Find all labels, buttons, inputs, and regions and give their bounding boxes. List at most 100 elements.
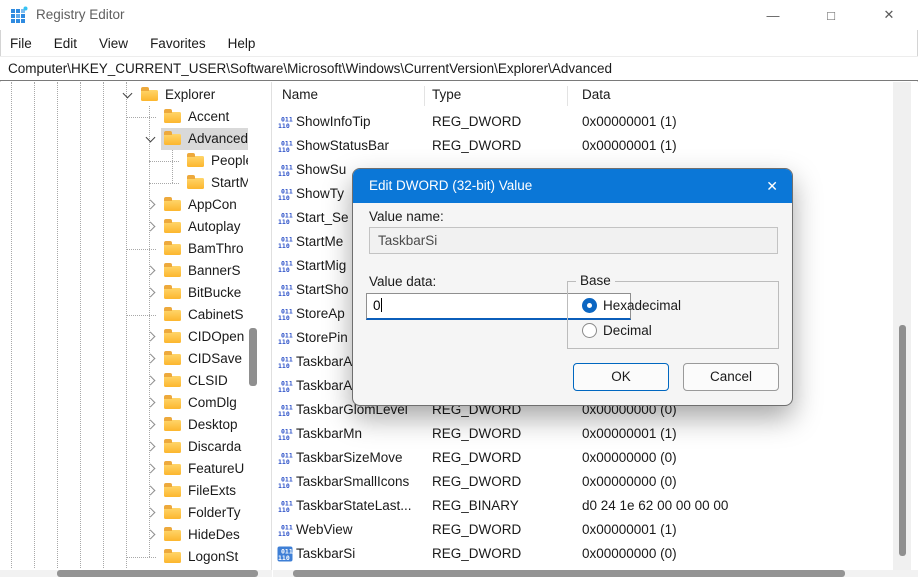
tree-item-label: LogonSt <box>188 549 238 564</box>
tree-item-advanced[interactable]: Advanced <box>0 128 248 150</box>
registry-value-row-taskbarsi[interactable]: 011110TaskbarSiREG_DWORD0x00000000 (0) <box>273 542 893 566</box>
tree-item-cidopen[interactable]: CIDOpen <box>0 326 248 348</box>
tree-item-comdlg[interactable]: ComDlg <box>0 392 248 414</box>
value-data-cell: 0x00000000 (0) <box>582 546 677 561</box>
column-divider[interactable] <box>424 86 425 106</box>
tree-item-fileexts[interactable]: FileExts <box>0 480 248 502</box>
chevron-right-icon[interactable] <box>146 266 156 276</box>
column-divider[interactable] <box>567 86 568 106</box>
chevron-right-icon[interactable] <box>146 464 156 474</box>
radio-decimal-label: Decimal <box>603 323 652 338</box>
chevron-right-icon[interactable] <box>146 222 156 232</box>
tree-item-cabinets[interactable]: CabinetS <box>0 304 248 326</box>
registry-editor-window: Registry Editor — □ ✕ FileEditViewFavori… <box>0 0 918 577</box>
list-horizontal-scrollbar[interactable] <box>273 570 918 577</box>
dword-value-icon: 011110 <box>277 402 293 418</box>
tree-item-bitbucke[interactable]: BitBucke <box>0 282 248 304</box>
svg-text:110: 110 <box>278 410 290 418</box>
chevron-right-icon[interactable] <box>146 398 156 408</box>
tree-item-featureu[interactable]: FeatureU <box>0 458 248 480</box>
tree-item-label: HideDes <box>188 527 240 542</box>
dialog-close-icon[interactable]: ✕ <box>766 169 778 203</box>
list-vertical-scrollbar-thumb[interactable] <box>899 325 906 556</box>
tree-item-discarda[interactable]: Discarda <box>0 436 248 458</box>
radio-selected-icon <box>582 298 597 313</box>
radio-hexadecimal[interactable]: Hexadecimal <box>582 295 681 315</box>
maximize-button[interactable]: □ <box>808 0 854 30</box>
chevron-right-icon[interactable] <box>146 420 156 430</box>
chevron-right-icon[interactable] <box>146 486 156 496</box>
tree-item-logonst[interactable]: LogonSt <box>0 546 248 568</box>
tree-item-autoplay[interactable]: Autoplay <box>0 216 248 238</box>
value-name-cell: TaskbarMn <box>296 426 362 441</box>
value-type-cell: REG_DWORD <box>432 546 521 561</box>
menu-favorites[interactable]: Favorites <box>150 36 206 51</box>
chevron-right-icon[interactable] <box>146 508 156 518</box>
tree-item-clsid[interactable]: CLSID <box>0 370 248 392</box>
address-bar[interactable]: Computer\HKEY_CURRENT_USER\Software\Micr… <box>0 56 918 81</box>
chevron-down-icon[interactable] <box>146 133 156 143</box>
dword-value-icon: 011110 <box>277 138 293 154</box>
tree-horizontal-scrollbar-thumb[interactable] <box>57 570 258 577</box>
chevron-right-icon[interactable] <box>146 442 156 452</box>
chevron-right-icon[interactable] <box>146 376 156 386</box>
chevron-right-icon[interactable] <box>146 200 156 210</box>
dword-value-icon: 011110 <box>277 498 293 514</box>
base-group-label: Base <box>576 273 615 288</box>
chevron-down-icon[interactable] <box>123 89 133 99</box>
tree-item-appcon[interactable]: AppCon <box>0 194 248 216</box>
column-header-name[interactable]: Name <box>282 87 318 102</box>
tree-item-label: CIDOpen <box>188 329 244 344</box>
ok-button[interactable]: OK <box>573 363 669 391</box>
tree-vertical-scrollbar-thumb[interactable] <box>249 328 257 386</box>
registry-value-row-taskbarmn[interactable]: 011110TaskbarMnREG_DWORD0x00000001 (1) <box>273 422 893 446</box>
chevron-right-icon[interactable] <box>146 288 156 298</box>
menu-file[interactable]: File <box>10 36 32 51</box>
registry-value-row-webview[interactable]: 011110WebViewREG_DWORD0x00000001 (1) <box>273 518 893 542</box>
folder-icon <box>164 112 181 123</box>
chevron-right-icon[interactable] <box>146 332 156 342</box>
tree-pane: ExplorerAccent Advanced PeopleStartMAppCon… <box>0 82 272 570</box>
list-horizontal-scrollbar-thumb[interactable] <box>293 570 845 577</box>
column-header-type[interactable]: Type <box>432 87 461 102</box>
tree-item-startm[interactable]: StartM <box>0 172 248 194</box>
tree-item-folderty[interactable]: FolderTy <box>0 502 248 524</box>
value-name-field[interactable]: TaskbarSi <box>369 227 778 254</box>
tree-item-hidedes[interactable]: HideDes <box>0 524 248 546</box>
menu-help[interactable]: Help <box>228 36 256 51</box>
value-name-cell: TaskbarSi <box>296 546 355 561</box>
value-data-cell: 0x00000001 (1) <box>582 138 677 153</box>
tree-item-desktop[interactable]: Desktop <box>0 414 248 436</box>
tree-item-bamthro[interactable]: BamThro <box>0 238 248 260</box>
tree-item-explorer[interactable]: Explorer <box>0 84 248 106</box>
folder-icon <box>164 376 181 387</box>
menu-edit[interactable]: Edit <box>54 36 77 51</box>
address-path: Computer\HKEY_CURRENT_USER\Software\Micr… <box>8 61 612 76</box>
folder-icon <box>141 90 158 101</box>
value-name-cell: StoreAp <box>296 306 345 321</box>
chevron-right-icon[interactable] <box>146 530 156 540</box>
close-button[interactable]: ✕ <box>866 0 912 30</box>
registry-value-row-taskbarsizemove[interactable]: 011110TaskbarSizeMoveREG_DWORD0x00000000… <box>273 446 893 470</box>
tree-item-accent[interactable]: Accent <box>0 106 248 128</box>
tree-item-people[interactable]: People <box>0 150 248 172</box>
menu-view[interactable]: View <box>99 36 128 51</box>
svg-text:110: 110 <box>278 386 290 394</box>
minimize-button[interactable]: — <box>750 0 796 30</box>
folder-icon <box>164 332 181 343</box>
tree-item-label: BitBucke <box>188 285 241 300</box>
registry-value-row-taskbarsmallicons[interactable]: 011110TaskbarSmallIconsREG_DWORD0x000000… <box>273 470 893 494</box>
column-header-data[interactable]: Data <box>582 87 611 102</box>
tree-item-cidsave[interactable]: CIDSave <box>0 348 248 370</box>
cancel-button[interactable]: Cancel <box>683 363 779 391</box>
chevron-right-icon[interactable] <box>146 354 156 364</box>
tree-item-label: Advanced <box>188 131 248 146</box>
registry-value-row-taskbarstatelast-[interactable]: 011110TaskbarStateLast...REG_BINARYd0 24… <box>273 494 893 518</box>
radio-decimal[interactable]: Decimal <box>582 320 652 340</box>
tree-horizontal-scrollbar[interactable] <box>0 570 272 577</box>
value-data-cell: 0x00000000 (0) <box>582 474 677 489</box>
tree-item-banners[interactable]: BannerS <box>0 260 248 282</box>
registry-value-row-showinfotip[interactable]: 011110ShowInfoTipREG_DWORD0x00000001 (1) <box>273 110 893 134</box>
list-vertical-scrollbar[interactable] <box>893 82 911 570</box>
registry-value-row-showstatusbar[interactable]: 011110ShowStatusBarREG_DWORD0x00000001 (… <box>273 134 893 158</box>
